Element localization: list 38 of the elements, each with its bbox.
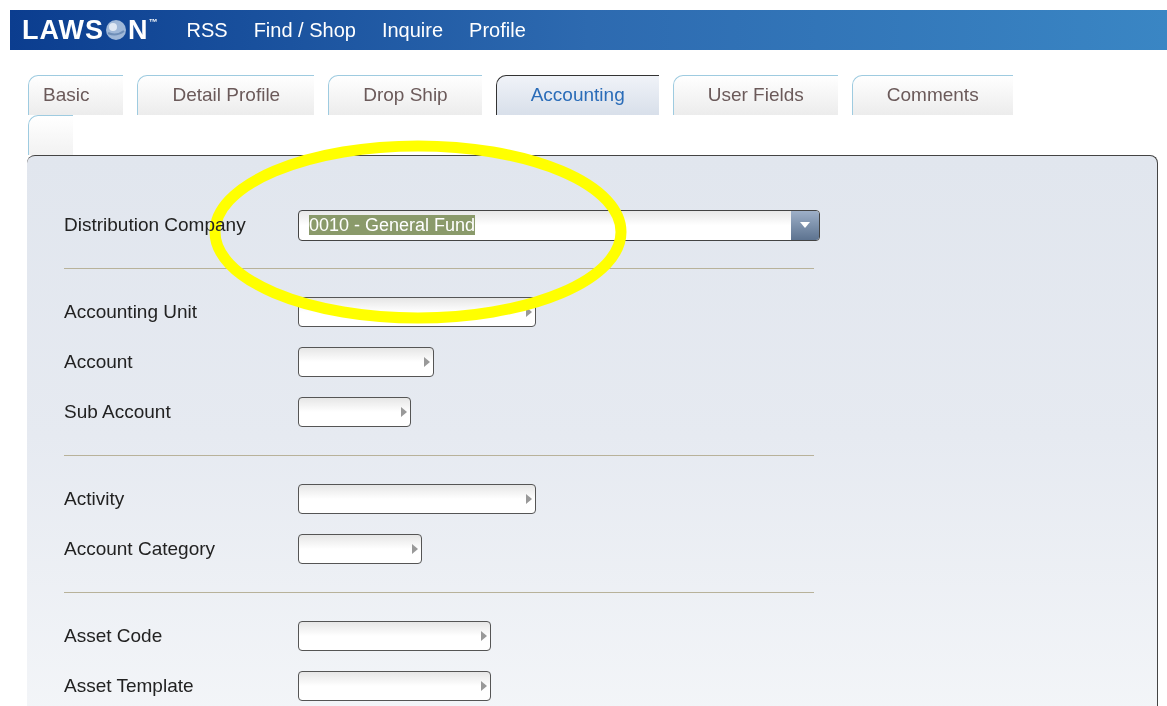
tab[interactable]: Basic: [28, 75, 124, 115]
input-field[interactable]: [298, 484, 536, 514]
triangle-icon: [401, 407, 407, 417]
dropdown-arrow-button[interactable]: [791, 210, 819, 240]
input-field[interactable]: [298, 397, 411, 427]
menu-link[interactable]: RSS: [186, 15, 228, 45]
field-label: Activity: [64, 486, 126, 511]
triangle-icon: [526, 494, 532, 504]
menu-link[interactable]: Find / Shop: [253, 15, 356, 45]
input-field[interactable]: [298, 671, 491, 701]
logo-text: N: [128, 13, 149, 47]
globe-icon: [105, 19, 127, 41]
triangle-icon: [481, 631, 487, 641]
caret-icon: [800, 222, 810, 228]
dropdown-value: 0010 - General Fund: [309, 213, 477, 237]
trademark-sign: ™: [148, 15, 159, 29]
triangle-icon: [481, 681, 487, 691]
tab[interactable]: Accounting: [495, 75, 659, 115]
field-label: Asset Code: [64, 623, 164, 648]
field-label: Asset Template: [64, 673, 195, 698]
menu-link[interactable]: Profile: [469, 15, 526, 45]
triangle-icon: [526, 307, 532, 317]
input-field[interactable]: [298, 534, 422, 564]
tab[interactable]: User Fields: [672, 75, 838, 115]
field-label: Sub Account: [64, 399, 172, 424]
menu-link[interactable]: Inquire: [381, 15, 444, 45]
tab[interactable]: Detail Profile: [137, 75, 315, 115]
logo-text: LAWS: [22, 13, 104, 47]
field-label: Account Category: [64, 536, 217, 561]
tab-corner: [28, 115, 73, 155]
field-label: Accounting Unit: [64, 299, 199, 324]
tab[interactable]: Drop Ship: [328, 75, 482, 115]
triangle-icon: [424, 357, 430, 367]
field-label: Account: [64, 349, 134, 374]
input-field[interactable]: [298, 621, 491, 651]
tab[interactable]: Comments: [851, 75, 1013, 115]
triangle-icon: [412, 544, 418, 554]
input-field[interactable]: [298, 347, 434, 377]
